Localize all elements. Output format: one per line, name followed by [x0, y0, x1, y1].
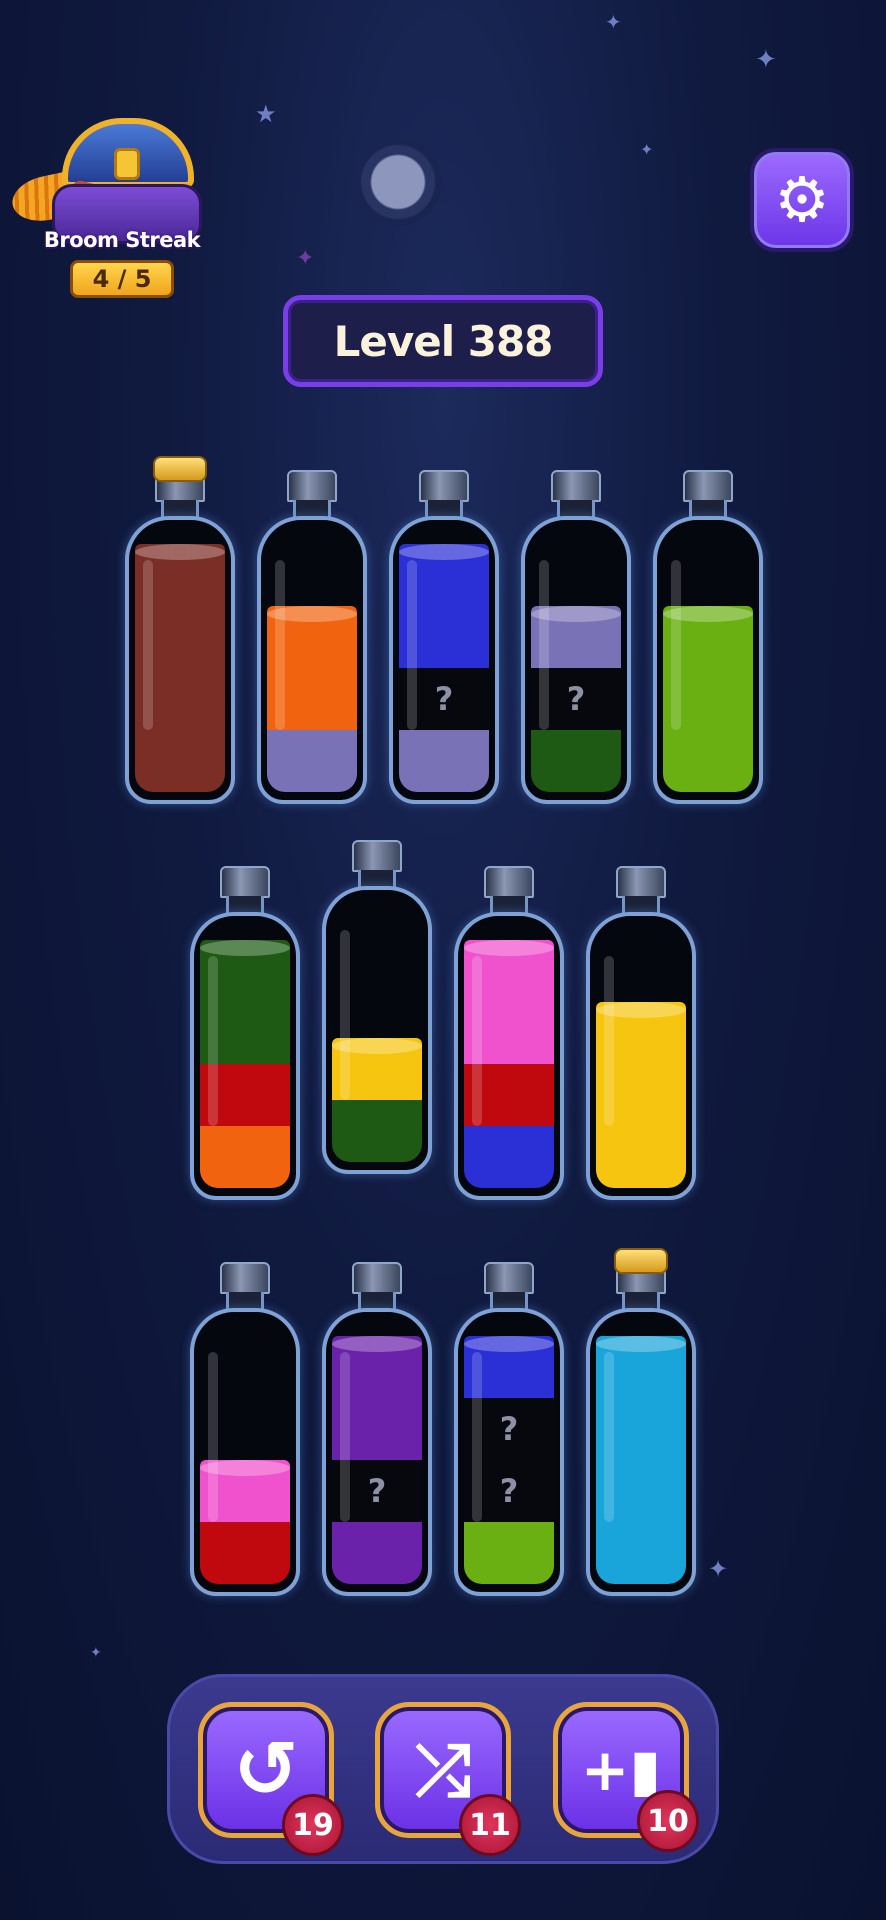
- glass-shine: [208, 956, 218, 1126]
- bottle-glass: [586, 1308, 696, 1596]
- bottle-3[interactable]: ?: [389, 470, 499, 804]
- glass-shine: [604, 956, 614, 1126]
- bottle-neck: [220, 866, 270, 898]
- bottle-11[interactable]: ?: [322, 1262, 432, 1596]
- bottle-glass: [322, 886, 432, 1174]
- liquid-layer: [135, 730, 225, 792]
- bottle-2[interactable]: [257, 470, 367, 804]
- star-decoration: ✦: [296, 246, 315, 271]
- liquid-layer: [464, 1522, 554, 1584]
- liquid-layer: [267, 730, 357, 792]
- glass-shine: [275, 560, 285, 730]
- undo-icon: ↺: [233, 1725, 299, 1815]
- liquid-layer: [332, 1522, 422, 1584]
- undo-count-badge: 19: [282, 1794, 344, 1856]
- bottle-glass: [586, 912, 696, 1200]
- bottle-glass: [257, 516, 367, 804]
- bottle-neck: [419, 470, 469, 502]
- bottle-5[interactable]: [653, 470, 763, 804]
- glass-shine: [340, 1352, 350, 1522]
- liquid-layer: [464, 1126, 554, 1188]
- star-decoration: ✦: [605, 10, 622, 34]
- glass-shine: [143, 560, 153, 730]
- liquid-layer: [663, 730, 753, 792]
- cork-icon: [614, 1248, 668, 1274]
- settings-button[interactable]: ⚙: [750, 148, 854, 252]
- liquid-layer: [596, 1522, 686, 1584]
- add-bottle-count-badge: 10: [637, 1790, 699, 1852]
- bottle-glass: [125, 516, 235, 804]
- bottle-neck: [484, 866, 534, 898]
- bottle-glass: [190, 1308, 300, 1596]
- bottle-neck: [352, 840, 402, 872]
- bottle-neck: [287, 470, 337, 502]
- bottle-8[interactable]: [454, 866, 564, 1200]
- bottle-neck: [220, 1262, 270, 1294]
- star-decoration: ✦: [90, 1645, 102, 1661]
- streak-label: Broom Streak: [43, 228, 201, 252]
- glass-shine: [340, 930, 350, 1100]
- streak-count: 4 / 5: [70, 260, 174, 298]
- bottle-13[interactable]: [586, 1248, 696, 1596]
- bottle-neck: [551, 470, 601, 502]
- liquid-layer: [332, 1100, 422, 1162]
- bottle-9[interactable]: [586, 866, 696, 1200]
- glass-shine: [671, 560, 681, 730]
- bottle-glass: ?: [389, 516, 499, 804]
- bottle-neck: [616, 866, 666, 898]
- star-decoration: ✦: [755, 45, 777, 75]
- glass-shine: [208, 1352, 218, 1522]
- level-banner: Level 388: [283, 295, 603, 387]
- glass-shine: [604, 1352, 614, 1522]
- star-decoration: ✦: [640, 140, 654, 159]
- glass-shine: [472, 956, 482, 1126]
- bottle-10[interactable]: [190, 1262, 300, 1596]
- chest-lock-icon: [114, 148, 140, 180]
- bottle-glass: [190, 912, 300, 1200]
- bottle-4[interactable]: ?: [521, 470, 631, 804]
- bottle-glass: ??: [454, 1308, 564, 1596]
- liquid-layer: [596, 1126, 686, 1188]
- bottle-7[interactable]: [322, 840, 432, 1174]
- cork-icon: [153, 456, 207, 482]
- bottle-neck: [683, 470, 733, 502]
- star-decoration: ✦: [708, 1555, 729, 1583]
- bottle-glass: [454, 912, 564, 1200]
- broom-streak-widget[interactable]: Broom Streak 4 / 5: [8, 118, 210, 298]
- center-orb-indicator: [354, 138, 442, 226]
- glass-shine: [407, 560, 417, 730]
- bottle-glass: ?: [322, 1308, 432, 1596]
- bottle-12[interactable]: ??: [454, 1262, 564, 1596]
- bottle-6[interactable]: [190, 866, 300, 1200]
- liquid-layer: [200, 1126, 290, 1188]
- bottle-glass: [653, 516, 763, 804]
- glass-shine: [472, 1352, 482, 1522]
- add-bottle-icon: +▮: [580, 1736, 662, 1804]
- shuffle-count-badge: 11: [459, 1794, 521, 1856]
- liquid-layer: [200, 1522, 290, 1584]
- liquid-layer: [531, 730, 621, 792]
- bottle-1[interactable]: [125, 456, 235, 804]
- bottle-glass: ?: [521, 516, 631, 804]
- shuffle-icon: ⤮: [415, 1728, 471, 1811]
- bottle-neck: [352, 1262, 402, 1294]
- star-decoration: ★: [255, 100, 277, 128]
- gear-icon: ⚙: [774, 163, 830, 236]
- glass-shine: [539, 560, 549, 730]
- bottle-neck: [484, 1262, 534, 1294]
- liquid-layer: [399, 730, 489, 792]
- level-title: Level 388: [333, 316, 554, 366]
